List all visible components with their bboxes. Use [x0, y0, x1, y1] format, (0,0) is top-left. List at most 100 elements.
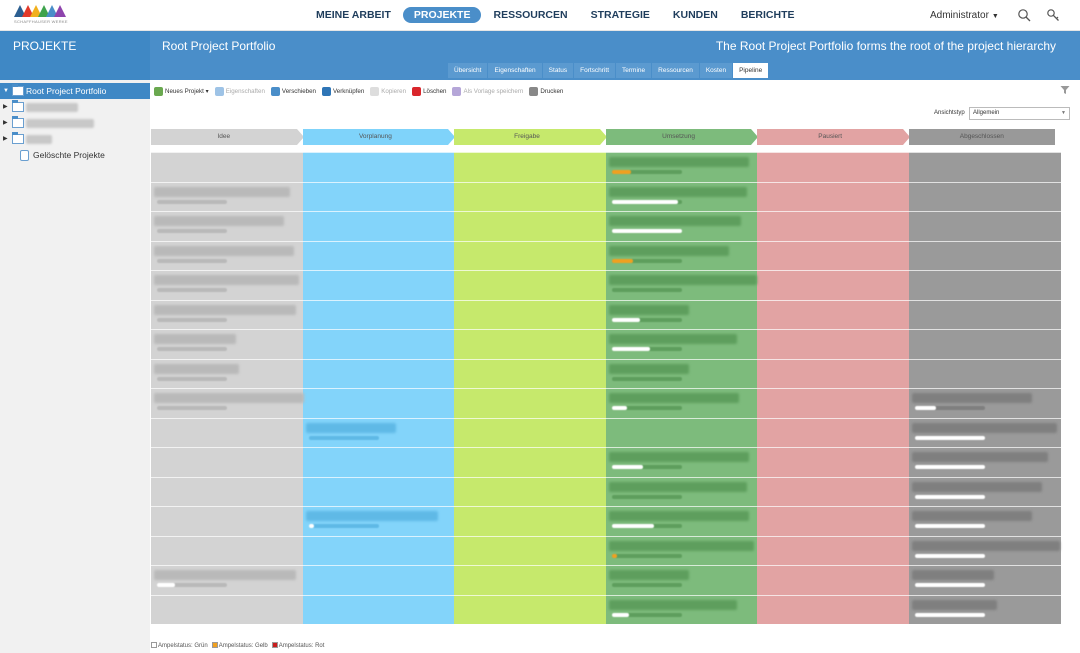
filter-icon[interactable] [1060, 85, 1070, 95]
tree-item-child[interactable]: ▶ [0, 115, 150, 131]
legend-label: Ampelstatus: Rot [278, 643, 325, 649]
nav-item-berichte[interactable]: BERICHTE [730, 7, 806, 23]
company-logo[interactable]: SCHAFFHAUSER WERKE [14, 5, 72, 27]
move-button[interactable]: Verschieben [270, 86, 316, 96]
progress-fill [611, 317, 640, 322]
project-card[interactable] [606, 477, 757, 506]
project-card[interactable] [909, 447, 1060, 476]
link-button[interactable]: Verknüpfen [321, 86, 364, 96]
tab-kosten[interactable]: Kosten [699, 63, 733, 78]
folder-icon [12, 132, 24, 144]
project-card[interactable] [909, 477, 1060, 506]
project-card[interactable] [606, 241, 757, 270]
stage-header[interactable]: Freigabe [454, 129, 607, 145]
key-icon[interactable] [1046, 8, 1060, 22]
project-card[interactable] [303, 418, 454, 447]
expand-toggle-icon[interactable]: ▶ [3, 99, 8, 115]
project-card[interactable] [606, 270, 757, 299]
tab-ressourcen[interactable]: Ressourcen [652, 63, 699, 78]
project-name-redacted [608, 452, 749, 462]
progress-fill [611, 465, 644, 469]
legend-item: Ampelstatus: Grün [151, 642, 208, 649]
project-card[interactable] [606, 182, 757, 211]
stage-header[interactable]: Idee [151, 129, 304, 145]
project-card[interactable] [606, 595, 757, 624]
project-card[interactable] [151, 388, 304, 417]
project-card[interactable] [606, 565, 757, 594]
project-card[interactable] [909, 595, 1060, 624]
progress-bar [611, 317, 682, 322]
project-card[interactable] [151, 329, 302, 358]
progress-fill [611, 258, 633, 263]
tab-status[interactable]: Status [542, 63, 574, 78]
progress-bar [611, 170, 682, 174]
project-card[interactable] [151, 270, 302, 299]
stage-header[interactable]: Vorplanung [302, 129, 456, 145]
expand-toggle-icon[interactable]: ▶ [3, 131, 8, 147]
project-card[interactable] [909, 565, 1060, 594]
project-card[interactable] [606, 152, 757, 181]
nav-item-projekte[interactable]: PROJEKTE [402, 7, 482, 23]
project-card[interactable] [151, 182, 302, 211]
tab-fortschritt[interactable]: Fortschritt [574, 63, 616, 78]
project-card[interactable] [606, 506, 757, 535]
print-button[interactable]: Drucken [529, 86, 563, 96]
project-card[interactable] [606, 359, 757, 388]
progress-bar [611, 465, 682, 469]
stage-header[interactable]: Pausiert [757, 129, 910, 145]
project-card[interactable] [606, 388, 757, 417]
tab-eigenschaften[interactable]: Eigenschaften [488, 63, 542, 78]
save-template-button[interactable]: Als Vorlage speichern [452, 86, 523, 96]
project-card[interactable] [606, 447, 757, 476]
tree-item-root[interactable]: ▼ Root Project Portfolio [0, 83, 150, 99]
new-project-button[interactable]: Neues Projekt ▾ [154, 86, 209, 96]
toolbar-label: Löschen [423, 87, 447, 95]
expand-toggle-icon[interactable]: ▶ [3, 115, 8, 131]
nav-item-ressourcen[interactable]: RESSOURCEN [482, 7, 578, 23]
project-name-redacted [912, 511, 1032, 521]
project-card[interactable] [151, 211, 302, 240]
project-card[interactable] [303, 506, 454, 535]
project-card[interactable] [909, 388, 1060, 417]
project-card[interactable] [909, 506, 1060, 535]
nav-item-strategie[interactable]: STRATEGIE [580, 7, 661, 23]
info-button[interactable]: Eigenschaften [214, 86, 265, 96]
project-card[interactable] [606, 536, 757, 565]
view-type-select[interactable]: Allgemein ▼ [969, 107, 1070, 120]
user-name: Administrator [930, 10, 989, 21]
project-card[interactable] [151, 565, 302, 594]
tab-pipeline[interactable]: Pipeline [733, 63, 769, 78]
project-card[interactable] [151, 359, 302, 388]
project-card[interactable] [606, 300, 757, 329]
nav-item-meine-arbeit[interactable]: MEINE ARBEIT [305, 7, 402, 23]
project-card[interactable] [151, 241, 302, 270]
project-card[interactable] [909, 418, 1060, 447]
tree-item-deleted-projects[interactable]: Gelöschte Projekte [0, 147, 150, 163]
tab-termine[interactable]: Termine [616, 63, 652, 78]
project-card[interactable] [909, 536, 1060, 565]
user-menu[interactable]: Administrator ▼ [930, 10, 999, 21]
tree-item-child[interactable]: ▶ [0, 131, 150, 147]
progress-bar [915, 583, 985, 587]
progress-fill [915, 465, 985, 469]
progress-fill [308, 524, 315, 528]
nav-item-kunden[interactable]: KUNDEN [662, 7, 729, 23]
project-card[interactable] [606, 211, 757, 240]
project-card[interactable] [606, 329, 757, 358]
search-icon[interactable] [1017, 8, 1031, 22]
stage-header[interactable]: Abgeschlossen [909, 129, 1055, 145]
progress-fill [915, 524, 985, 528]
project-card[interactable] [151, 300, 302, 329]
info-icon [214, 86, 224, 96]
project-tree: ▼ Root Project Portfolio ▶ ▶ ▶ Gelöschte… [0, 83, 150, 163]
stage-label: Pausiert [818, 133, 843, 140]
progress-bar [915, 494, 985, 499]
stage-header[interactable]: Umsetzung [605, 129, 759, 145]
tree-item-child[interactable]: ▶ [0, 99, 150, 115]
copy-button[interactable]: Kopieren [370, 86, 406, 96]
tab-übersicht[interactable]: Übersicht [448, 63, 488, 78]
expand-toggle-icon[interactable]: ▼ [3, 83, 9, 99]
delete-button[interactable]: Löschen [412, 86, 447, 96]
project-name-redacted [608, 245, 729, 256]
progress-bar [915, 406, 985, 410]
